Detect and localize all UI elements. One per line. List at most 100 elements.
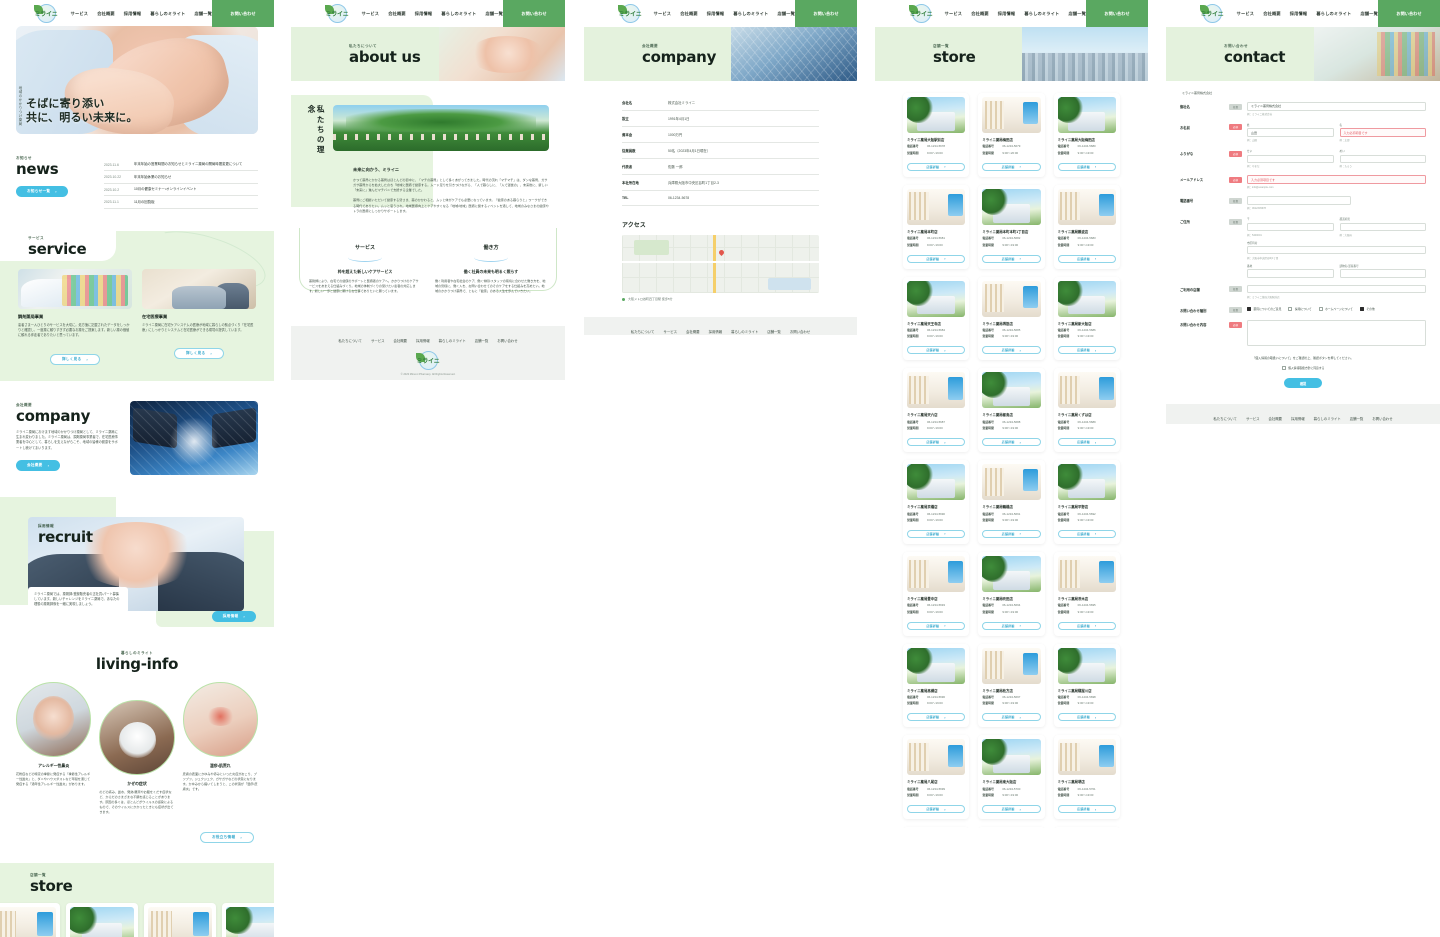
message-textarea[interactable] (1247, 320, 1426, 347)
nav-item-recruit[interactable]: 採用情報 (415, 11, 433, 17)
footer-link-recruit[interactable]: 採用情報 (416, 338, 430, 343)
store-carousel[interactable]: ミライニ薬局難波店 電話番号06-1234-5683 営業時間9:00〜19:0… (0, 894, 274, 937)
email-input[interactable]: 入力必須項目です (1247, 175, 1426, 184)
store-card-button[interactable]: 店舗詳細 › (1057, 805, 1116, 814)
store-card[interactable]: ミライニ薬局大阪梅田店 電話番号06-1234-5680 営業時間9:00〜19… (222, 902, 274, 937)
footer-link-recruit[interactable]: 採用情報 (709, 329, 723, 334)
news-item[interactable]: 2023.10.22 年末年始休業のお知らせ (104, 171, 258, 184)
store-card[interactable]: ミライニ薬局鶴橋店 電話番号 06-1234-5691 営業時間 9:00〜19:00 店… (978, 460, 1045, 544)
store-card[interactable]: ミライニ薬局茨木店 電話番号 06-1234-5695 営業時間 9:00〜19:00 店… (1053, 551, 1120, 636)
news-item[interactable]: 2023.11.6 年末年始の営業時間のお知らせとミライニ薬局の開局時間変更につ… (104, 159, 258, 172)
category-checkbox[interactable]: その他 (1359, 307, 1375, 312)
tel-input[interactable] (1247, 196, 1351, 205)
footer-link-service[interactable]: サービス (371, 338, 385, 343)
store-card-button[interactable]: 店舗詳細 › (907, 438, 966, 447)
news-item[interactable]: 2023.10.2 10月の健康セミナー・オンラインイベント (104, 184, 258, 197)
nav-item-company[interactable]: 会社概要 (680, 11, 698, 17)
privacy-checkbox[interactable]: 個人情報取扱方針に同意する (1281, 366, 1324, 371)
nav-contact-button[interactable]: お問い合わせ (1378, 0, 1440, 27)
store-card-button[interactable]: 店舗詳細 › (982, 621, 1041, 630)
nav-item-company[interactable]: 会社概要 (97, 11, 115, 17)
footer-link-about[interactable]: 私たちについて (631, 329, 655, 334)
nav-contact-button[interactable]: お問い合わせ (212, 0, 274, 27)
living-card[interactable]: かぜの症状 のどの痛み、鼻水、発熱・悪寒やお腹をくだす症状など、からだのさまざま… (99, 699, 175, 815)
store-card[interactable]: ミライニ薬局大阪梅田店 電話番号 06-1234-5680 営業時間 9:00〜19:0… (1053, 93, 1120, 177)
nav-item-store[interactable]: 店舗一覧 (194, 11, 212, 17)
living-card[interactable]: アレルギー性鼻炎 花粉症などの特定の季節に発症する「季節性アレルギー性鼻炎」と、… (16, 681, 92, 787)
nav-item-service[interactable]: サービス (945, 11, 963, 17)
store-card[interactable]: ミライニ薬局天王寺店 電話番号 06-1234-5684 営業時間 9:00〜19:00… (903, 276, 970, 361)
store-card-button[interactable]: 店舗詳細 › (907, 713, 966, 722)
kana-lastname-input[interactable] (1247, 154, 1334, 164)
category-checkbox[interactable]: ホームページについて (1318, 307, 1353, 312)
nav-item-living[interactable]: 暮らしのミライト (1024, 11, 1059, 17)
store-card-button[interactable]: 店舗詳細 › (907, 346, 966, 355)
store-card-button[interactable]: 店舗詳細 › (907, 254, 966, 263)
nav-item-recruit[interactable]: 採用情報 (124, 11, 142, 17)
nav-item-company[interactable]: 会社概要 (1263, 11, 1281, 17)
store-card[interactable]: ミライニ薬局平野店 電話番号 06-1234-5692 営業時間 9:00〜19:00 店… (1053, 460, 1120, 544)
store-card-button[interactable]: 店舗詳細 › (1057, 621, 1116, 630)
store-card-button[interactable]: 店舗詳細 › (1057, 162, 1116, 171)
zip-input[interactable] (1247, 222, 1334, 232)
nav-item-store[interactable]: 店舗一覧 (777, 11, 795, 17)
store-card-button[interactable]: 店舗詳細 › (982, 254, 1041, 263)
footer-link-company[interactable]: 会社概要 (1269, 416, 1283, 421)
store-card-button[interactable]: 店舗詳細 › (907, 162, 966, 171)
nav-contact-button[interactable]: お問い合わせ (1086, 0, 1148, 27)
store-card[interactable]: ミライニ薬局枚方店 電話番号 06-1234-5697 営業時間 9:00〜19:00 店… (978, 643, 1045, 728)
footer-link-living[interactable]: 暮らしのミライト (1314, 416, 1341, 421)
store-card[interactable]: ミライニ薬局京橋店 電話番号 06-1234-5690 営業時間 9:00〜19:00 店… (903, 460, 970, 544)
store-card[interactable]: ミライニ薬局豊中店 電話番号 06-1234-5693 営業時間 9:00〜19:00 店… (903, 551, 970, 636)
store-card-button[interactable]: 店舗詳細 › (982, 805, 1041, 814)
footer-logo[interactable]: ミライニ (415, 351, 441, 371)
footer-link-company[interactable]: 会社概要 (394, 338, 408, 343)
city-input[interactable] (1247, 245, 1426, 255)
store-card-button[interactable]: 店舗詳細 › (982, 529, 1041, 538)
banchi-input[interactable] (1247, 269, 1334, 278)
store-card-button[interactable]: 店舗詳細 › (982, 438, 1041, 447)
store-card[interactable]: ミライニ薬局梅田店 電話番号 06-1234-5679 営業時間 9:00〜20:00 店… (978, 93, 1045, 177)
nav-item-recruit[interactable]: 採用情報 (707, 11, 725, 17)
store-card-button[interactable]: 店舗詳細 › (907, 529, 966, 538)
nav-contact-button[interactable]: お問い合わせ (795, 0, 857, 27)
category-checkbox[interactable]: 採用について (1288, 307, 1312, 312)
store-card-button[interactable]: 店舗詳細 › (1057, 438, 1116, 447)
nav-item-company[interactable]: 会社概要 (971, 11, 989, 17)
store-card[interactable]: ミライニ薬局天六店 電話番号 06-1234-5687 営業時間 9:00〜19:00 店… (903, 368, 970, 453)
prefecture-input[interactable] (1339, 222, 1426, 232)
submit-button[interactable]: 確認 (1283, 378, 1323, 389)
nav-item-store[interactable]: 店舗一覧 (1068, 11, 1086, 17)
store-card[interactable]: ミライニ薬局東大阪店 電話番号 06-1234-5700 営業時間 9:00〜19:00… (978, 735, 1045, 820)
lastname-input[interactable]: 山田 (1247, 128, 1334, 137)
store-card[interactable]: ミライニ薬局堺筋店 電話番号 06-1234-5685 営業時間 9:00〜19:00 店… (978, 276, 1045, 361)
news-item[interactable]: 2023.11.1 11月の回覧板 (104, 196, 258, 209)
store-card[interactable]: ミライニ薬局高槻店 電話番号 06-1234-5696 営業時間 9:00〜19:00 店… (903, 643, 970, 728)
nav-item-store[interactable]: 店舗一覧 (485, 11, 503, 17)
store-card[interactable]: ミライニ薬局梅田店 電話番号06-1234-5679 営業時間9:00〜20:0… (144, 902, 216, 937)
living-more-button[interactable]: お役立ち情報 › (199, 831, 254, 843)
footer-link-store[interactable]: 店舗一覧 (767, 329, 781, 334)
store-card[interactable]: ミライニ薬局岸和田店電話番号06-1234-5703営業時間9:00〜19:00… (978, 827, 1045, 828)
store-card-button[interactable]: 店舗詳細 › (907, 621, 966, 630)
nav-contact-button[interactable]: お問い合わせ (503, 0, 565, 27)
site-logo[interactable]: ミライニ (608, 0, 652, 26)
company-button[interactable]: 会社概要 › (16, 460, 61, 471)
service-card-button[interactable]: 詳しく見る › (49, 353, 101, 365)
store-card[interactable]: ミライニ薬局大阪駅前店 電話番号06-1234-5678 営業時間9:00〜19… (66, 902, 138, 937)
building-input[interactable] (1339, 269, 1426, 278)
category-checkbox[interactable]: 薬局についてのご意見 (1247, 307, 1281, 312)
footer-link-service[interactable]: サービス (663, 329, 677, 334)
kana-firstname-input[interactable] (1339, 154, 1426, 164)
store-card[interactable]: ミライニ薬局難波店 電話番号06-1234-5683 営業時間9:00〜19:0… (0, 902, 60, 937)
store-input[interactable] (1247, 284, 1426, 294)
nav-item-living[interactable]: 暮らしのミライト (733, 11, 768, 17)
store-card[interactable]: ミライニ薬局難波店 電話番号 06-1234-5683 営業時間 9:00〜19:00 店… (1053, 184, 1120, 269)
store-card[interactable]: ミライニ薬局本町本町1丁目店 電話番号 06-1234-5682 営業時間 9:00〜1… (978, 184, 1045, 269)
service-card-button[interactable]: 詳しく見る › (173, 348, 225, 360)
nav-item-service[interactable]: サービス (362, 11, 380, 17)
store-card[interactable]: ミライニ薬局泉佐野店電話番号06-1234-5702営業時間9:00〜19:00… (903, 827, 970, 828)
site-logo[interactable]: ミライニ (315, 0, 359, 26)
store-card-button[interactable]: 店舗詳細 › (1057, 254, 1116, 263)
footer-link-about[interactable]: 私たちについて (338, 338, 362, 343)
